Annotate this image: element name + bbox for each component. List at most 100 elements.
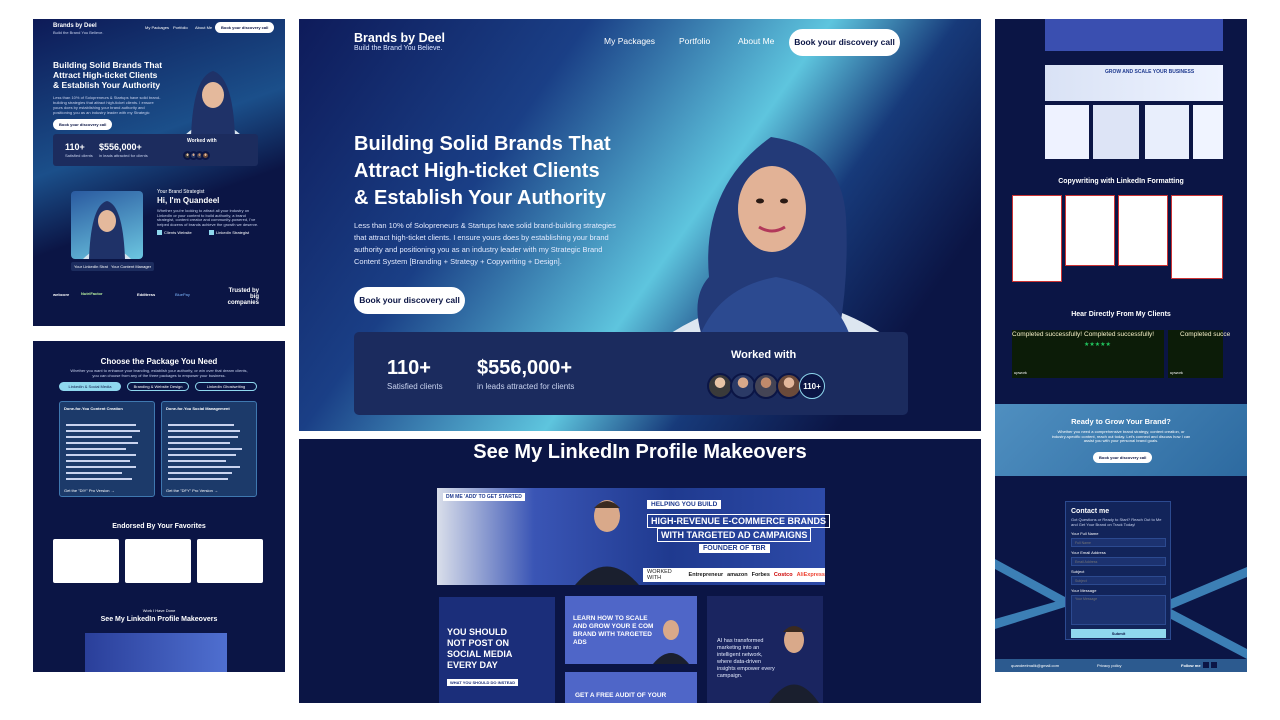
banner-founder: FOUNDER OF TBR bbox=[699, 544, 770, 553]
mini-stats-bar: 110+ Satisfied clients $556,000+ in lead… bbox=[53, 134, 258, 166]
mini-worked-with: Worked with bbox=[187, 138, 217, 144]
portfolio-thumb bbox=[1093, 105, 1139, 159]
nav-book-call-button[interactable]: Book your discovery call bbox=[789, 29, 900, 56]
stat-clients-label: Satisfied clients bbox=[387, 382, 443, 391]
hero-stats-bar: 110+ Satisfied clients $556,000+ in lead… bbox=[354, 332, 908, 415]
about-feature-website: Clients Website bbox=[157, 230, 192, 235]
about-photo-card bbox=[71, 191, 143, 259]
worked-with-label: Worked with bbox=[731, 349, 797, 361]
instagram-social-icon[interactable] bbox=[1211, 662, 1217, 668]
worked-with-avatars: 110+ bbox=[707, 373, 825, 399]
mini-stat-leads: $556,000+ bbox=[99, 142, 142, 152]
post-card-social: YOU SHOULD NOT POST ON SOCIAL MEDIA EVER… bbox=[439, 597, 555, 703]
review-status: Completed successfully! bbox=[1012, 331, 1083, 338]
about-title: Hi, I'm Quandeel bbox=[157, 196, 220, 205]
review-stars: ★★★★★ bbox=[1084, 342, 1111, 348]
cta-book-button[interactable]: Book your discovery call bbox=[1093, 452, 1153, 463]
package-tab-linkedin[interactable]: LinkedIn & Social Media bbox=[59, 382, 121, 391]
post-card-audit-title: GET A FREE AUDIT OF YOUR bbox=[575, 692, 667, 699]
hero-body: Less than 10% of Solopreneurs & Startups… bbox=[354, 221, 616, 266]
package-card-2-title: Done-for-You Social Management bbox=[166, 406, 230, 411]
about-feature-linkedin: LinkedIn Strategist bbox=[209, 230, 249, 235]
review-source: upwork bbox=[1014, 370, 1027, 375]
worked-with-count: 110+ bbox=[799, 373, 825, 399]
endorsement-card bbox=[53, 539, 119, 583]
portfolio-strip-top bbox=[1045, 19, 1223, 51]
package-card-2-features bbox=[168, 424, 242, 480]
nav-about[interactable]: About Me bbox=[195, 25, 212, 30]
logo-webcore: webcore bbox=[53, 292, 70, 297]
post-card-ai-portrait bbox=[769, 626, 819, 703]
post-card-social-title: YOU SHOULD NOT POST ON SOCIAL MEDIA EVER… bbox=[447, 627, 513, 670]
banner-helping: HELPING YOU BUILD bbox=[647, 500, 722, 509]
endorsed-title: Endorsed By Your Favorites bbox=[112, 523, 206, 530]
review-source: upwork bbox=[1170, 370, 1183, 375]
hero-title-l2: Attract High-ticket Clients bbox=[354, 160, 600, 182]
logo-edditress: Edditress bbox=[137, 292, 156, 297]
thumbnail-packages: Choose the Package You Need Whether you … bbox=[33, 341, 285, 672]
endorsement-card bbox=[197, 539, 263, 583]
hero-brand-name[interactable]: Brands by Deel bbox=[354, 31, 445, 45]
post-card-social-sub: WHAT YOU SHOULD DO INSTEAD bbox=[447, 679, 519, 686]
copywriting-title: Copywriting with LinkedIn Formatting bbox=[1058, 178, 1184, 185]
logo-entrepreneur: Entrepreneur bbox=[688, 572, 724, 578]
mini-linkedin-banner bbox=[85, 633, 227, 672]
logo-costco: Costco bbox=[773, 572, 793, 578]
footer-privacy[interactable]: Privacy policy bbox=[1097, 663, 1121, 668]
website-icon bbox=[157, 230, 162, 235]
contact-form-card: Contact me Got Questions or Ready to Sta… bbox=[1065, 501, 1171, 640]
package-card-1-features bbox=[66, 424, 140, 480]
linkedin-social-icon[interactable] bbox=[1203, 662, 1209, 668]
about-feature-website-label: Clients Website bbox=[164, 230, 192, 235]
banner-main-2: WITH TARGETED AD CAMPAIGNS bbox=[657, 528, 812, 542]
nav-my-packages[interactable]: My Packages bbox=[604, 36, 655, 46]
footer-email[interactable]: quandeelmalik@gmail.com bbox=[1011, 663, 1059, 668]
thumbnail-portfolio-contact: GROW AND SCALE YOUR BUSINESS Copywriting… bbox=[995, 19, 1247, 672]
trusted-by-label: Trusted by big companies bbox=[227, 288, 259, 306]
name-input[interactable] bbox=[1071, 538, 1166, 547]
hero-book-call-button[interactable]: Book your discovery call bbox=[354, 287, 465, 314]
thumbnail-home-hero: Brands by Deel Build the Brand You Belie… bbox=[33, 19, 285, 326]
linkedin-banner-showcase: DM ME 'ADD' TO GET STARTED HELPING YOU B… bbox=[437, 488, 831, 585]
mini-hero-title-l3: & Establish Your Authority bbox=[53, 80, 161, 90]
package-card-2-link[interactable]: Get the "DFY" Pro Version → bbox=[166, 488, 218, 493]
contact-subtitle: Got Questions or Ready to Start? Reach O… bbox=[1071, 518, 1162, 527]
nav-about-me[interactable]: About Me bbox=[738, 36, 774, 46]
banner-portrait bbox=[575, 500, 639, 585]
footer-bar: quandeelmalik@gmail.com Privacy policy F… bbox=[995, 659, 1247, 672]
package-card-2: Done-for-You Social Management Get the "… bbox=[161, 401, 257, 497]
nav-portfolio[interactable]: Portfolio bbox=[173, 25, 188, 30]
logo-aliexpress: AliExpress bbox=[796, 572, 825, 578]
nav-portfolio-link[interactable]: Portfolio bbox=[679, 36, 710, 46]
copywriting-sample bbox=[1118, 195, 1168, 266]
post-card-ai: AI has transformed marketing into an int… bbox=[707, 596, 823, 703]
message-textarea[interactable] bbox=[1071, 595, 1166, 625]
hero-section: Brands by Deel Build the Brand You Belie… bbox=[299, 19, 981, 431]
linkedin-icon bbox=[209, 230, 214, 235]
banner-worked-with: WORKED WITH bbox=[647, 569, 672, 581]
email-input[interactable] bbox=[1071, 557, 1166, 566]
nav-packages[interactable]: My Packages bbox=[145, 25, 169, 30]
nav-cta-button[interactable]: Book your discovery call bbox=[215, 22, 275, 33]
portfolio-grow-banner: GROW AND SCALE YOUR BUSINESS bbox=[1045, 65, 1223, 101]
portrait-image bbox=[183, 71, 243, 137]
packages-subtitle: Whether you want to enhance your brandin… bbox=[70, 369, 248, 378]
package-tab-ghostwriting[interactable]: LinkedIn Ghostwriting bbox=[195, 382, 257, 391]
hero-title-l3: & Establish Your Authority bbox=[354, 187, 606, 209]
package-card-1-link[interactable]: Get the "DIY" Pro Version → bbox=[64, 488, 115, 493]
logo-nutrifactor: NutriFactor bbox=[81, 291, 103, 296]
review-card: Completed successfully! ★★★★★ bbox=[1082, 330, 1164, 378]
banner-dm-label: DM ME 'ADD' TO GET STARTED bbox=[443, 493, 525, 501]
package-card-1-title: Done-for-You Content Creation bbox=[64, 406, 123, 411]
subject-input[interactable] bbox=[1071, 576, 1166, 585]
cta-title: Ready to Grow Your Brand? bbox=[1071, 417, 1171, 426]
packages-title: Choose the Package You Need bbox=[100, 357, 218, 366]
contact-submit-button[interactable]: Submit bbox=[1071, 629, 1166, 638]
about-body: Whether you're looking to attract all yo… bbox=[157, 209, 259, 227]
field-label-subject: Subject bbox=[1071, 569, 1085, 574]
mini-hero-cta[interactable]: Book your discovery call bbox=[53, 119, 113, 130]
cta-body: Whether you need a comprehensive brand s… bbox=[1051, 430, 1191, 443]
package-tab-branding[interactable]: Branding & Website Design bbox=[127, 382, 189, 391]
mini-hero-title-l2: Attract High-ticket Clients bbox=[53, 70, 158, 80]
mini-hero-title-l1: Building Solid Brands That bbox=[53, 60, 163, 70]
